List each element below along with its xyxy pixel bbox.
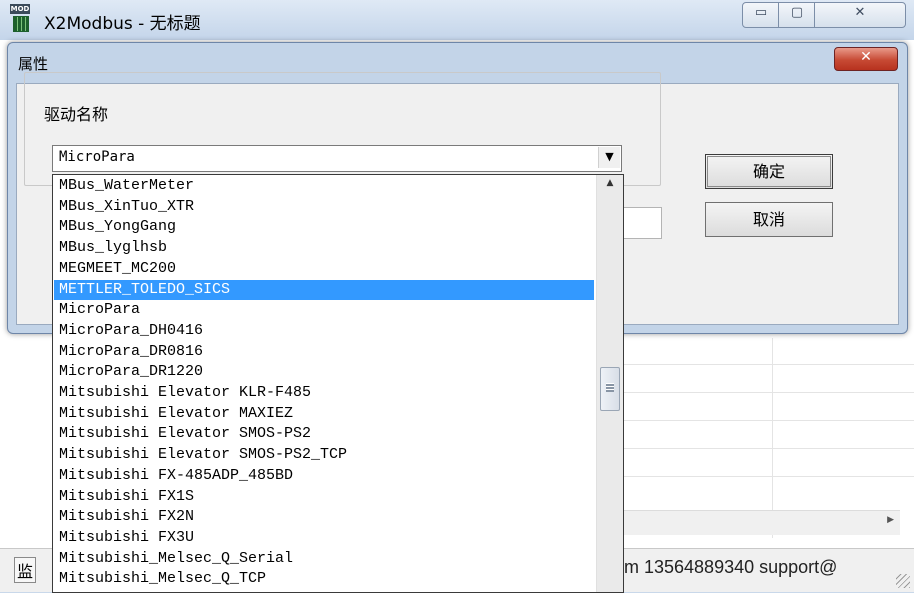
horizontal-scrollbar[interactable]: ▶: [620, 510, 900, 535]
scrollbar-thumb[interactable]: [600, 367, 620, 411]
grid-line: [620, 364, 914, 365]
close-window-button[interactable]: ✕: [814, 2, 906, 28]
driver-list-item[interactable]: MEGMEET_MC200: [54, 259, 594, 280]
driver-list-item[interactable]: MBus_YongGang: [54, 217, 594, 238]
window-title: X2Modbus - 无标题: [44, 14, 201, 34]
driver-list-item[interactable]: Mitsubishi FX-485ADP_485BD: [54, 466, 594, 487]
text-field[interactable]: [622, 207, 662, 239]
driver-list-item[interactable]: Mitsubishi_Melsec_Q_TCP: [54, 569, 594, 590]
driver-list-item[interactable]: Mitsubishi Elevator SMOS-PS2: [54, 424, 594, 445]
driver-list-item[interactable]: Mitsubishi FX2N: [54, 507, 594, 528]
driver-list-item[interactable]: MicroPara_DR1220: [54, 362, 594, 383]
driver-list-item[interactable]: MBus_WaterMeter: [54, 176, 594, 197]
driver-list-item[interactable]: Mitsubishi Elevator MAXIEZ: [54, 404, 594, 425]
ok-button[interactable]: 确定: [705, 154, 833, 189]
driver-list-item[interactable]: MicroPara: [54, 300, 594, 321]
app-icon: MOD: [10, 4, 30, 32]
grid-line: [620, 420, 914, 421]
close-icon: ✕: [860, 49, 872, 65]
close-icon: ✕: [854, 5, 866, 20]
driver-list-item[interactable]: METTLER_TOLEDO_SICS: [54, 279, 594, 301]
driver-list-item[interactable]: Mitsubishi Elevator KLR-F485: [54, 383, 594, 404]
driver-dropdown-list[interactable]: MBus_WaterMeter MBus_XinTuo_XTR MBus_YongG…: [52, 174, 624, 593]
dropdown-button[interactable]: ▼: [598, 147, 620, 168]
dialog-close-button[interactable]: ✕: [834, 47, 898, 71]
scroll-right-icon[interactable]: ▶: [887, 515, 894, 525]
driver-list-item[interactable]: Mitsubishi Elevator SMOS-PS2_TCP: [54, 445, 594, 466]
dialog-title: 属性: [18, 55, 49, 73]
grid-line: [620, 448, 914, 449]
chevron-down-icon: ▼: [605, 150, 614, 163]
scroll-up-icon[interactable]: ▲: [597, 178, 623, 188]
driver-list-item[interactable]: MicroPara_DH0416: [54, 321, 594, 342]
driver-list-item[interactable]: MBus_XinTuo_XTR: [54, 197, 594, 218]
driver-list-item[interactable]: Mitsubishi_Melsec_Q_Serial: [54, 549, 594, 570]
main-titlebar: MOD X2Modbus - 无标题 ▭ ▢ ✕: [0, 0, 914, 40]
maximize-button[interactable]: ▢: [778, 2, 816, 28]
grip-icon: [606, 383, 614, 392]
driver-select-value: MicroPara: [59, 149, 135, 165]
status-contact-text: m 13564889340 support@: [624, 557, 838, 577]
minimize-icon: ▭: [754, 5, 768, 20]
maximize-icon: ▢: [790, 5, 804, 20]
grid-line: [620, 476, 914, 477]
driver-list-item[interactable]: Mitsubishi FX3U: [54, 528, 594, 549]
app-icon-graphic: [13, 16, 29, 32]
grid-line: [620, 392, 914, 393]
grid-line: [772, 338, 773, 538]
driver-select[interactable]: MicroPara ▼: [52, 145, 622, 172]
list-vertical-scrollbar[interactable]: ▲: [596, 175, 623, 592]
status-left-text: 监: [14, 557, 37, 583]
cancel-button[interactable]: 取消: [705, 202, 833, 237]
driver-list-item[interactable]: MBus_lyglhsb: [54, 238, 594, 259]
resize-grip[interactable]: [896, 574, 910, 588]
driver-name-label: 驱动名称: [40, 101, 113, 125]
driver-list-item[interactable]: Mitsubishi FX1S: [54, 487, 594, 508]
driver-list-item[interactable]: MicroPara_DR0816: [54, 342, 594, 363]
app-icon-label: MOD: [10, 4, 30, 14]
minimize-button[interactable]: ▭: [742, 2, 780, 28]
